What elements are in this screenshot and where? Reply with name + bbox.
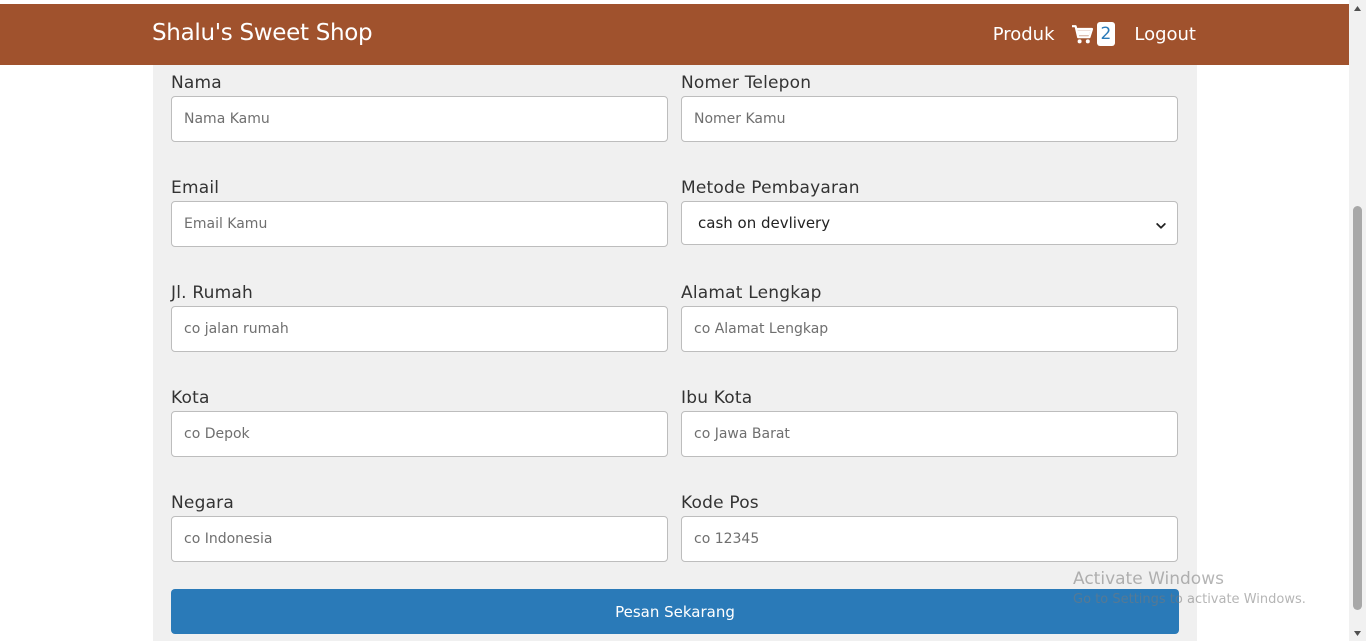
negara-label: Negara [171,493,234,513]
kota-label: Kota [171,388,210,408]
kota-input[interactable] [171,411,668,457]
email-label: Email [171,178,220,198]
alamat-input[interactable] [681,306,1178,352]
scrollbar[interactable] [1349,0,1366,641]
metode-selected-value: cash on devlivery [698,214,831,232]
kodepos-input[interactable] [681,516,1178,562]
cart-button[interactable]: 2 [1071,22,1116,46]
metode-select[interactable]: cash on devlivery [681,201,1178,245]
metode-label: Metode Pembayaran [681,178,860,198]
pesan-sekarang-button[interactable]: Pesan Sekarang [171,589,1179,634]
nav-produk-link[interactable]: Produk [993,24,1055,45]
chevron-down-icon [1156,217,1166,235]
ibukota-label: Ibu Kota [681,388,753,408]
ibukota-input[interactable] [681,411,1178,457]
scroll-down-icon[interactable] [1353,629,1362,637]
telepon-input[interactable] [681,96,1178,142]
negara-input[interactable] [171,516,668,562]
nama-input[interactable] [171,96,668,142]
brand-title[interactable]: Shalu's Sweet Shop [152,20,373,46]
cart-count-badge: 2 [1096,22,1116,46]
page: Shalu's Sweet Shop Produk 2 Logout Nama [0,0,1366,641]
navbar: Shalu's Sweet Shop Produk 2 Logout [0,4,1349,65]
checkout-form-panel: Nama Nomer Telepon Email Metode Pembayar… [153,65,1197,641]
nav-menu: Produk 2 Logout [993,22,1196,46]
jalan-label: Jl. Rumah [171,283,253,303]
jalan-input[interactable] [171,306,668,352]
email-input[interactable] [171,201,668,247]
kodepos-label: Kode Pos [681,493,759,513]
shopping-cart-icon [1071,24,1093,44]
nama-label: Nama [171,73,222,93]
nav-logout-link[interactable]: Logout [1134,24,1196,45]
scroll-up-icon[interactable] [1353,4,1362,12]
alamat-label: Alamat Lengkap [681,283,822,303]
scrollbar-thumb[interactable] [1353,206,1362,610]
telepon-label: Nomer Telepon [681,73,812,93]
